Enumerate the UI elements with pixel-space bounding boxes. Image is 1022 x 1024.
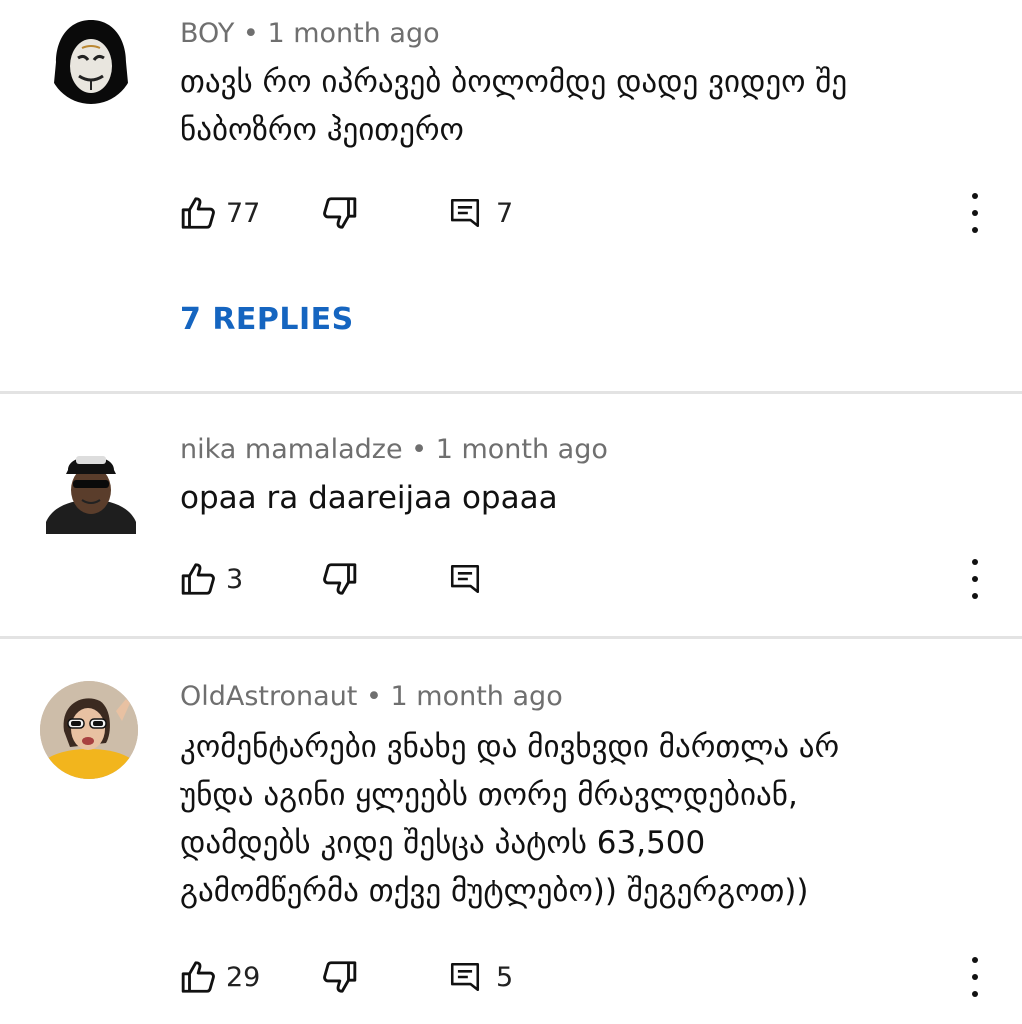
meta-separator: • — [366, 681, 382, 712]
comment-actions: 3 — [180, 557, 1010, 601]
reply-button[interactable]: 5 — [448, 955, 513, 999]
comment-line: უნდა აგინი ყლეებს თორე მრავლდებიან, — [180, 777, 798, 813]
more-vert-icon[interactable] — [970, 559, 980, 599]
reply-count: 5 — [496, 961, 514, 993]
timestamp: 1 month ago — [267, 18, 440, 49]
comment-meta: nika mamaladze • 1 month ago — [180, 434, 608, 465]
timestamp: 1 month ago — [390, 681, 563, 712]
comment-text: თავს რო იპრავებ ბოლომდე დადე ვიდეო შე ნა… — [180, 58, 990, 154]
comment-1: BOY • 1 month ago თავს რო იპრავებ ბოლომდ… — [0, 0, 1022, 392]
comment-text: opaa ra daareijaa opaaa — [180, 474, 990, 522]
reply-button[interactable]: 7 — [448, 191, 513, 235]
comment-line: opaa ra daareijaa opaaa — [180, 480, 558, 516]
like-count: 29 — [226, 961, 261, 993]
like-button[interactable]: 77 — [180, 191, 260, 235]
more-vert-icon[interactable] — [970, 193, 980, 233]
comment-meta: OldAstronaut • 1 month ago — [180, 681, 563, 712]
comment-text: კომენტარები ვნახე და მივხვდი მართლა არ უ… — [180, 723, 990, 915]
comment-icon — [448, 562, 482, 596]
thumbs-up-icon — [180, 194, 218, 232]
comment-2: nika mamaladze • 1 month ago opaa ra daa… — [0, 394, 1022, 638]
dislike-button[interactable] — [320, 557, 358, 601]
author-name[interactable]: OldAstronaut — [180, 681, 357, 712]
comment-line: დამდებს კიდე შესცა პატოს 63,500 — [180, 825, 706, 861]
thumbs-down-icon — [320, 958, 358, 996]
like-button[interactable]: 29 — [180, 955, 260, 999]
comment-icon — [448, 960, 482, 994]
meta-separator: • — [411, 434, 428, 465]
author-name[interactable]: BOY — [180, 18, 234, 49]
thumbs-up-icon — [180, 958, 218, 996]
comment-icon — [448, 196, 482, 230]
like-count: 77 — [226, 197, 261, 229]
like-count: 3 — [226, 563, 244, 595]
thumbs-down-icon — [320, 560, 358, 598]
avatar[interactable] — [48, 18, 134, 104]
comment-actions: 29 5 — [180, 955, 1010, 999]
reply-button[interactable] — [448, 557, 482, 601]
avatar[interactable] — [40, 681, 138, 779]
timestamp: 1 month ago — [435, 434, 608, 465]
thumbs-up-icon — [180, 560, 218, 598]
thumbs-down-icon — [320, 194, 358, 232]
like-button[interactable]: 3 — [180, 557, 243, 601]
dislike-button[interactable] — [320, 191, 358, 235]
reply-count: 7 — [496, 197, 514, 229]
more-vert-icon[interactable] — [970, 957, 980, 997]
dislike-button[interactable] — [320, 955, 358, 999]
meta-separator: • — [242, 18, 259, 49]
author-name[interactable]: nika mamaladze — [180, 434, 403, 465]
comment-line: კომენტარები ვნახე და მივხვდი მართლა არ — [180, 729, 840, 765]
view-replies-link[interactable]: 7 REPLIES — [180, 302, 354, 337]
comment-line: გამომწერმა თქვე მუტლებო)) შეგერგოთ)) — [180, 873, 809, 909]
comment-3: OldAstronaut • 1 month ago კომენტარები ვ… — [0, 639, 1022, 1024]
comment-meta: BOY • 1 month ago — [180, 18, 440, 49]
comment-line: ნაბოზრო ჰეითერო — [180, 112, 464, 148]
avatar[interactable] — [46, 430, 136, 534]
comment-line: თავს რო იპრავებ ბოლომდე დადე ვიდეო შე — [180, 64, 848, 100]
comment-actions: 77 7 — [180, 191, 1010, 235]
